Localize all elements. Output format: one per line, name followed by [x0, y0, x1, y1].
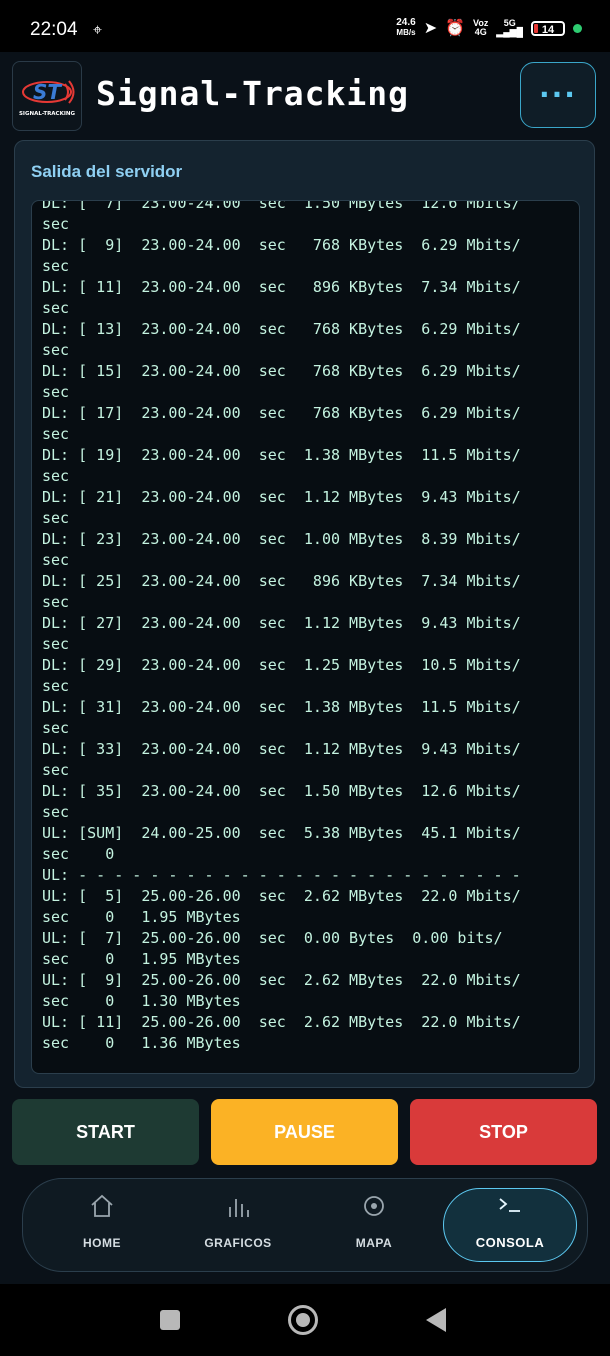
system-nav-bar: [0, 1284, 610, 1356]
console-line: UL: - - - - - - - - - - - - - - - - - - …: [42, 866, 521, 884]
app-title: Signal-Tracking: [96, 74, 410, 113]
console-line: DL: [ 21] 23.00-24.00 sec 1.12 MBytes 9.…: [42, 488, 521, 506]
nav-item-consola[interactable]: CONSOLA: [443, 1188, 577, 1262]
stop-button[interactable]: STOP: [410, 1099, 597, 1165]
console-line: sec: [42, 719, 70, 737]
more-menu-button[interactable]: ...: [520, 62, 596, 128]
app-header: ST SIGNAL-TRACKING Signal-Tracking ...: [0, 52, 610, 136]
battery-icon: 14: [531, 20, 565, 36]
net-speed: 24.6 MB/s: [396, 18, 415, 38]
console-line: sec 0: [42, 845, 115, 863]
console-line: DL: [ 25] 23.00-24.00 sec 896 KBytes 7.3…: [42, 572, 521, 590]
console-line: sec: [42, 761, 70, 779]
navigation-icon: ➤: [423, 20, 438, 37]
nav-item-home[interactable]: HOME: [37, 1179, 167, 1271]
console-line: sec: [42, 257, 70, 275]
console-line: DL: [ 17] 23.00-24.00 sec 768 KBytes 6.2…: [42, 404, 521, 422]
location-icon: ⌖: [93, 20, 103, 39]
console-line: UL: [ 5] 25.00-26.00 sec 2.62 MBytes 22.…: [42, 887, 521, 905]
console-line: sec: [42, 299, 70, 317]
app-logo: ST SIGNAL-TRACKING: [12, 61, 82, 131]
status-bar: 22:04 ⌖ 24.6 MB/s ➤ ⏰ Voz 4G 5G ▂▄▆█ 14: [0, 0, 610, 52]
terminal-icon: [444, 1193, 576, 1223]
console-output[interactable]: DL: [ 7] 23.00-24.00 sec 1.50 MBytes 12.…: [31, 200, 580, 1074]
console-line: DL: [ 13] 23.00-24.00 sec 768 KBytes 6.2…: [42, 320, 521, 338]
console-line: DL: [ 7] 23.00-24.00 sec 1.50 MBytes 12.…: [42, 200, 521, 212]
bar-chart-icon: [173, 1193, 303, 1223]
nav-label-mapa: MAPA: [355, 1236, 393, 1250]
console-line: DL: [ 29] 23.00-24.00 sec 1.25 MBytes 10…: [42, 656, 521, 674]
nav-label-home: HOME: [83, 1236, 121, 1250]
console-line: DL: [ 9] 23.00-24.00 sec 768 KBytes 6.29…: [42, 236, 521, 254]
console-line: DL: [ 19] 23.00-24.00 sec 1.38 MBytes 11…: [42, 446, 521, 464]
console-line: DL: [ 27] 23.00-24.00 sec 1.12 MBytes 9.…: [42, 614, 521, 632]
nav-label-graficos: GRAFICOS: [204, 1236, 272, 1250]
console-line: sec: [42, 635, 70, 653]
console-line: sec: [42, 467, 70, 485]
console-line: DL: [ 33] 23.00-24.00 sec 1.12 MBytes 9.…: [42, 740, 521, 758]
console-line: sec 0 1.95 MBytes: [42, 950, 241, 968]
signal-bars-icon: ▂▄▆█: [496, 27, 523, 37]
console-line: UL: [ 7] 25.00-26.00 sec 0.00 Bytes 0.00…: [42, 929, 503, 947]
console-line: sec 0 1.30 MBytes: [42, 992, 241, 1010]
console-line: DL: [ 35] 23.00-24.00 sec 1.50 MBytes 12…: [42, 782, 521, 800]
logo-subtitle: SIGNAL-TRACKING: [19, 111, 76, 117]
status-icons: 24.6 MB/s ➤ ⏰ Voz 4G 5G ▂▄▆█ 14: [396, 18, 582, 38]
console-lines: DL: [ 7] 23.00-24.00 sec 1.50 MBytes 12.…: [42, 200, 571, 1054]
console-line: sec: [42, 509, 70, 527]
console-line: sec: [42, 425, 70, 443]
net-speed-unit: MB/s: [396, 28, 416, 37]
console-line: DL: [ 15] 23.00-24.00 sec 768 KBytes 6.2…: [42, 362, 521, 380]
nav-item-graficos[interactable]: GRAFICOS: [173, 1179, 303, 1271]
signal-5g-indicator: 5G ▂▄▆█: [496, 19, 523, 37]
logo-graphic-icon: ST SIGNAL-TRACKING: [19, 80, 76, 117]
console-line: sec: [42, 551, 70, 569]
console-line: sec: [42, 593, 70, 611]
console-line: UL: [ 11] 25.00-26.00 sec 2.62 MBytes 22…: [42, 1013, 521, 1031]
console-line: sec: [42, 803, 70, 821]
back-icon[interactable]: [426, 1308, 446, 1332]
pause-button[interactable]: PAUSE: [211, 1099, 398, 1165]
volte-indicator: Voz 4G: [473, 19, 488, 37]
console-line: UL: [ 9] 25.00-26.00 sec 2.62 MBytes 22.…: [42, 971, 521, 989]
battery-level: 14: [541, 23, 555, 36]
home-system-icon[interactable]: [288, 1305, 318, 1335]
net-speed-value: 24.6: [396, 17, 416, 28]
console-line: UL: [SUM] 24.00-25.00 sec 5.38 MBytes 45…: [42, 824, 521, 842]
alarm-off-icon: ⏰: [445, 20, 466, 37]
console-line: sec 0 1.36 MBytes: [42, 1034, 241, 1052]
privacy-dot-icon: [573, 23, 582, 33]
server-output-panel: Salida del servidor DL: [ 7] 23.00-24.00…: [14, 140, 595, 1088]
console-line: sec 0 1.95 MBytes: [42, 908, 241, 926]
recents-icon[interactable]: [160, 1310, 180, 1330]
start-button[interactable]: START: [12, 1099, 199, 1165]
console-line: DL: [ 31] 23.00-24.00 sec 1.38 MBytes 11…: [42, 698, 521, 716]
location-target-icon: [309, 1193, 439, 1223]
status-time: 22:04: [30, 19, 78, 40]
panel-title: Salida del servidor: [31, 162, 183, 181]
console-line: DL: [ 11] 23.00-24.00 sec 896 KBytes 7.3…: [42, 278, 521, 296]
console-line: sec: [42, 677, 70, 695]
nav-item-mapa[interactable]: MAPA: [309, 1179, 439, 1271]
logo-letters: ST: [33, 80, 62, 104]
home-icon: [37, 1193, 167, 1223]
bottom-nav: HOME GRAFICOS MAPA CONSOLA: [22, 1178, 588, 1272]
console-line: sec: [42, 215, 70, 233]
network-4g-label: 4G: [474, 27, 487, 37]
console-line: sec: [42, 341, 70, 359]
nav-label-consola: CONSOLA: [475, 1235, 545, 1250]
console-line: DL: [ 23] 23.00-24.00 sec 1.00 MBytes 8.…: [42, 530, 521, 548]
console-line: sec: [42, 383, 70, 401]
